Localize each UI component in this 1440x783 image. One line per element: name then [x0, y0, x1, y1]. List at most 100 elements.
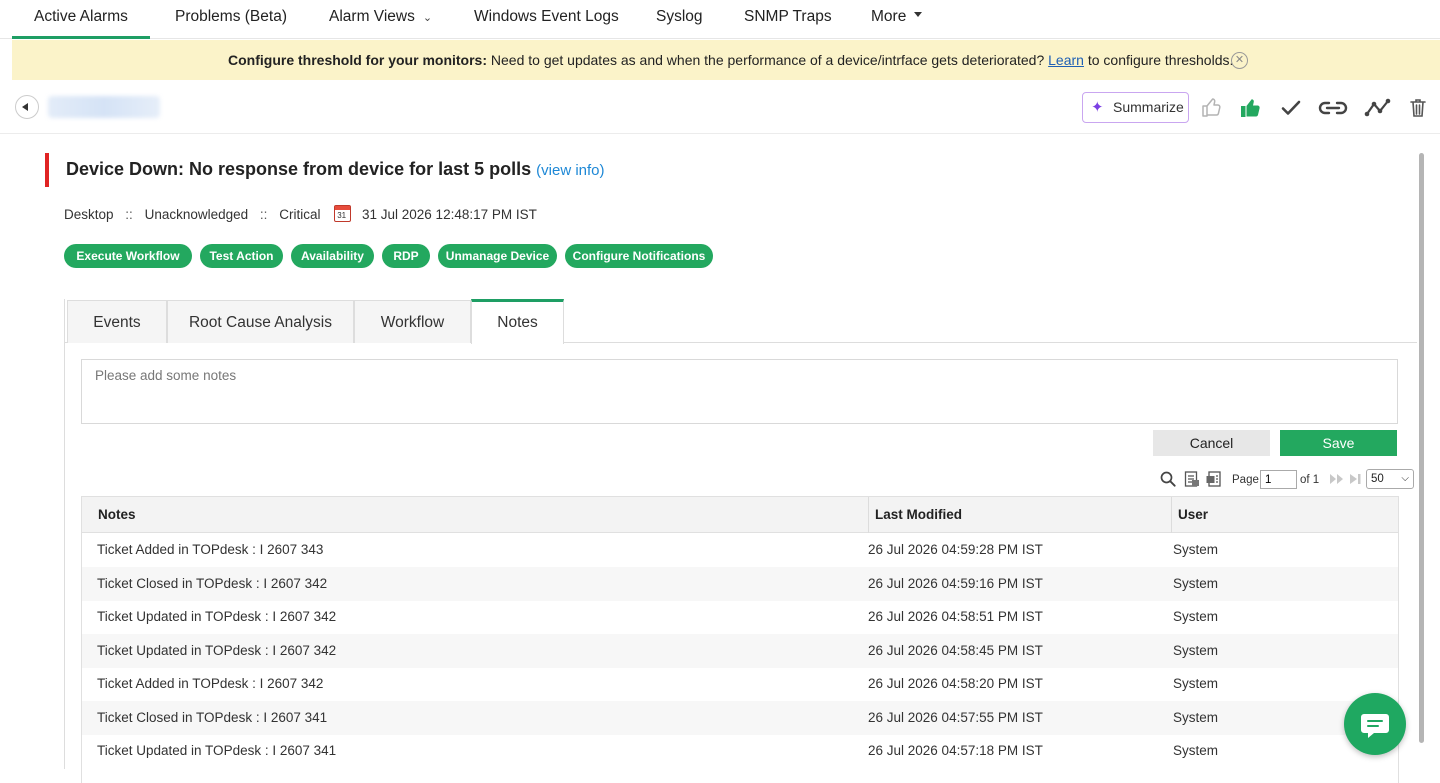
table-header: Notes Last Modified User — [82, 497, 1398, 533]
threshold-banner: Configure threshold for your monitors: N… — [12, 40, 1440, 80]
table-row[interactable]: Ticket Added in TOPdesk : I 2607 342 26 J… — [82, 667, 1398, 701]
export-pdf-icon[interactable] — [1183, 470, 1201, 488]
notes-input[interactable] — [81, 359, 1398, 424]
cell-user: System — [1173, 710, 1219, 725]
cell-user: System — [1173, 743, 1219, 758]
test-action-button[interactable]: Test Action — [200, 244, 283, 268]
availability-button[interactable]: Availability — [291, 244, 374, 268]
tab-label: Workflow — [380, 314, 445, 331]
tab-root-cause-analysis[interactable]: Root Cause Analysis — [167, 300, 354, 343]
page-number-input[interactable] — [1260, 470, 1297, 489]
execute-workflow-button[interactable]: Execute Workflow — [64, 244, 192, 268]
summarize-button[interactable]: ✦ Summarize — [1082, 92, 1189, 123]
nav-tab-alarm-views[interactable]: Alarm Views ⌄ — [329, 0, 432, 39]
cell-last-modified: 26 Jul 2026 04:58:45 PM IST — [868, 643, 1043, 658]
table-row[interactable]: Ticket Added in TOPdesk : I 2607 343 26 J… — [82, 533, 1398, 567]
cell-user: System — [1173, 676, 1219, 691]
page-size-value: 50 — [1371, 473, 1384, 485]
page-count-label: of 1 — [1300, 474, 1320, 486]
cell-user: System — [1173, 576, 1219, 591]
tab-notes[interactable]: Notes — [471, 299, 564, 344]
summarize-label: Summarize — [1113, 99, 1184, 115]
trash-icon[interactable] — [1408, 96, 1428, 120]
configure-notifications-button[interactable]: Configure Notifications — [565, 244, 713, 268]
thumbs-up-filled-icon[interactable] — [1239, 96, 1263, 120]
nav-label: More — [871, 8, 907, 25]
save-button[interactable]: Save — [1280, 430, 1397, 456]
banner-text-after: to configure thresholds. — [1087, 52, 1234, 68]
cancel-button[interactable]: Cancel — [1153, 430, 1270, 456]
nav-label: Windows Event Logs — [474, 8, 619, 25]
table-row[interactable]: Ticket Closed in TOPdesk : I 2607 341 26 … — [82, 701, 1398, 735]
last-page-icon[interactable] — [1347, 470, 1365, 488]
export-csv-icon[interactable] — [1205, 470, 1223, 488]
meta-separator: :: — [259, 207, 268, 223]
link-icon[interactable] — [1318, 96, 1348, 120]
banner-heading: Configure threshold for your monitors: — [228, 52, 487, 68]
alarm-category: Desktop — [64, 207, 114, 223]
column-header-user[interactable]: User — [1171, 497, 1208, 533]
page-size-select[interactable]: 50 ⌵ — [1366, 469, 1414, 489]
nav-label: Syslog — [656, 8, 703, 25]
notes-table: Notes Last Modified User Ticket Added in… — [81, 496, 1399, 783]
alarm-toolbar: ✦ Summarize — [0, 82, 1440, 134]
nav-tab-more[interactable]: More — [871, 0, 923, 39]
rdp-button[interactable]: RDP — [382, 244, 430, 268]
caret-down-icon — [914, 12, 923, 18]
nav-tab-windows-event-logs[interactable]: Windows Event Logs — [474, 0, 619, 39]
banner-message: Configure threshold for your monitors: N… — [228, 40, 1233, 80]
cell-last-modified: 26 Jul 2026 04:58:20 PM IST — [868, 676, 1043, 691]
page-label: Page — [1232, 474, 1259, 486]
nav-tab-problems-beta[interactable]: Problems (Beta) — [175, 0, 287, 39]
checkmark-icon[interactable] — [1279, 96, 1303, 120]
alarm-title: Device Down: No response from device for… — [66, 159, 605, 180]
tab-events[interactable]: Events — [67, 300, 167, 343]
unmanage-device-button[interactable]: Unmanage Device — [438, 244, 557, 268]
device-name-redacted — [48, 96, 160, 118]
column-header-last-modified[interactable]: Last Modified — [868, 497, 962, 533]
cell-user: System — [1173, 609, 1219, 624]
nav-label: SNMP Traps — [744, 8, 832, 25]
tab-label: Events — [93, 314, 141, 331]
cell-last-modified: 26 Jul 2026 04:58:51 PM IST — [868, 609, 1043, 624]
sparkle-icon: ✦ — [1091, 99, 1104, 116]
severity-indicator — [45, 153, 49, 187]
banner-learn-link[interactable]: Learn — [1048, 52, 1084, 68]
table-row[interactable]: Ticket Closed in TOPdesk : I 2607 342 26 … — [82, 567, 1398, 601]
table-row[interactable]: Ticket Updated in TOPdesk : I 2607 341 26… — [82, 734, 1398, 768]
cell-note: Ticket Updated in TOPdesk : I 2607 342 — [97, 609, 337, 624]
page-scrollbar[interactable] — [1419, 153, 1424, 743]
thumbs-up-outline-icon[interactable] — [1200, 96, 1224, 120]
cell-note: Ticket Updated in TOPdesk : I 2607 341 — [97, 743, 337, 758]
tab-workflow[interactable]: Workflow — [354, 300, 471, 343]
cell-user: System — [1173, 643, 1219, 658]
tab-label: Notes — [497, 314, 538, 331]
close-icon[interactable]: ✕ — [1231, 52, 1248, 69]
search-icon[interactable] — [1159, 470, 1177, 488]
table-row[interactable]: Ticket Updated in TOPdesk : I 2607 342 26… — [82, 600, 1398, 634]
top-navigation: Active Alarms Problems (Beta) Alarm View… — [0, 0, 1440, 39]
nav-tab-snmp-traps[interactable]: SNMP Traps — [744, 0, 832, 39]
calendar-day: 31 — [337, 211, 347, 220]
column-header-notes[interactable]: Notes — [92, 497, 136, 533]
chat-button[interactable] — [1344, 693, 1406, 755]
cell-user: System — [1173, 542, 1219, 557]
nav-tab-syslog[interactable]: Syslog — [656, 0, 703, 39]
cell-note: Ticket Added in TOPdesk : I 2607 342 — [97, 676, 324, 691]
cell-note: Ticket Added in TOPdesk : I 2607 343 — [97, 542, 324, 557]
alarm-title-text: Device Down: No response from device for… — [66, 159, 532, 179]
nav-label: Problems (Beta) — [175, 8, 287, 25]
alarm-status: Unacknowledged — [144, 207, 249, 223]
chat-icon — [1361, 714, 1389, 738]
banner-text-before: Need to get updates as and when the perf… — [490, 52, 1045, 68]
cell-last-modified: 26 Jul 2026 04:57:55 PM IST — [868, 710, 1043, 725]
table-row[interactable]: Ticket Updated in TOPdesk : I 2607 342 26… — [82, 634, 1398, 668]
tab-label: Root Cause Analysis — [188, 314, 333, 331]
nav-tab-active-alarms[interactable]: Active Alarms — [12, 0, 150, 39]
chevron-down-icon: ⌵ — [1401, 473, 1409, 484]
back-button[interactable] — [15, 95, 39, 119]
view-info-link[interactable]: (view info) — [536, 162, 604, 179]
graph-icon[interactable] — [1364, 96, 1392, 120]
next-page-icon[interactable] — [1328, 470, 1346, 488]
nav-label: Active Alarms — [34, 8, 128, 25]
